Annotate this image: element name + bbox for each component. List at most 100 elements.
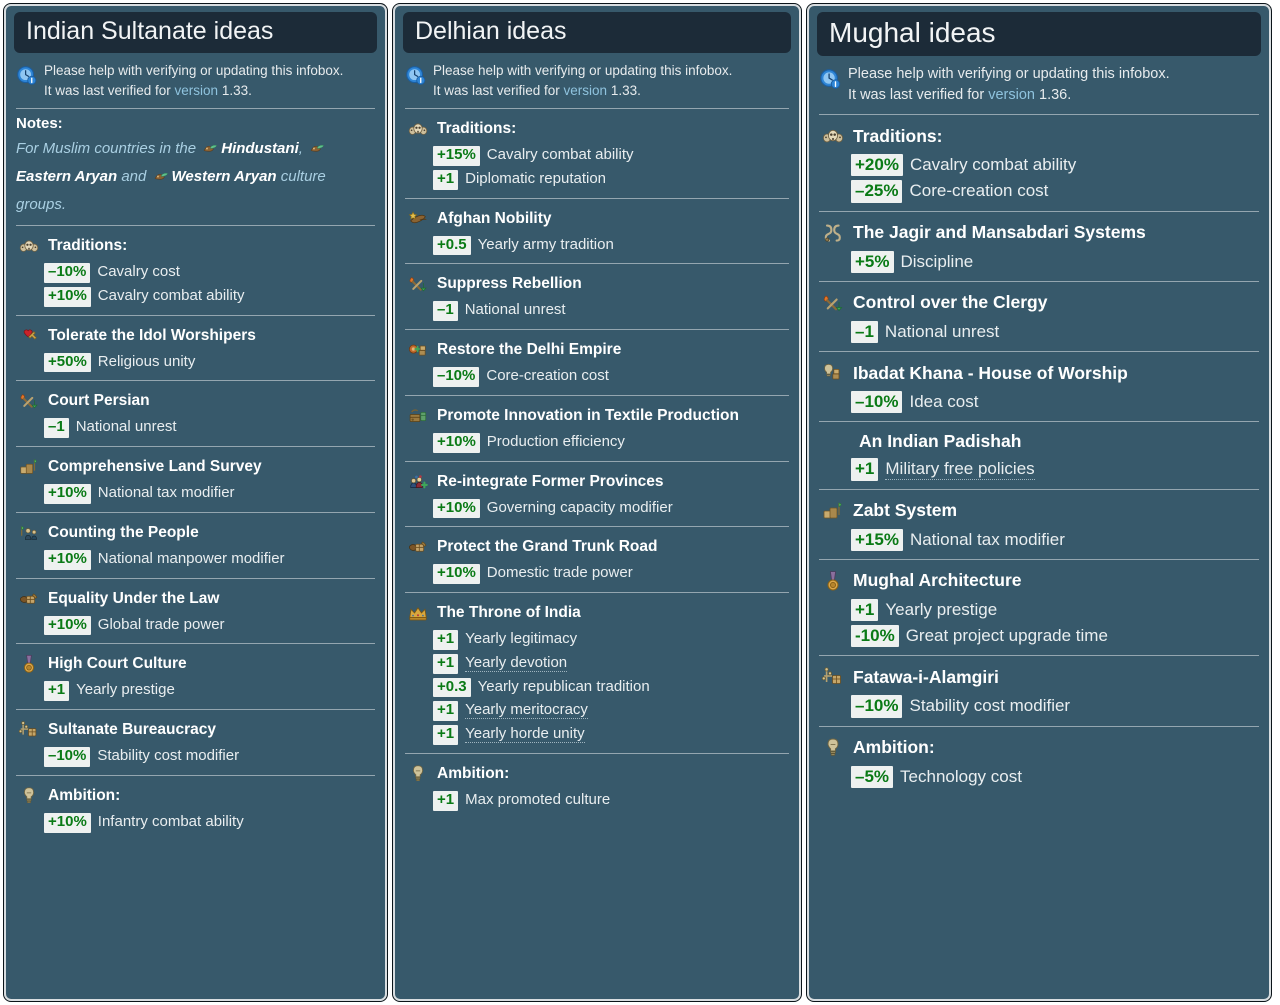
idea-effects: +10% Domestic trade power: [405, 562, 789, 586]
effect-value-badge: +0.5: [433, 235, 471, 256]
idea-effects: –1 National unrest: [16, 416, 375, 440]
idea-effect: +1 Yearly legitimacy: [433, 628, 789, 652]
idea-group: Court Persian –1 National unrest: [14, 385, 377, 444]
idea-effect: +0.3 Yearly republican tradition: [433, 676, 789, 700]
effect-label: Idea cost: [909, 392, 979, 412]
divider: [16, 446, 375, 448]
idea-effect: +10% Infantry combat ability: [44, 811, 375, 835]
verification-text: Please help with verifying or updating t…: [848, 64, 1170, 106]
idea-effect: –10% Stability cost modifier: [44, 745, 375, 769]
idea-group-header: An Indian Padishah: [819, 429, 1259, 456]
idea-group-header: High Court Culture: [16, 651, 375, 679]
effect-value-badge: +50%: [44, 352, 91, 373]
idea-group-header: Court Persian: [16, 388, 375, 416]
idea-group-header: Afghan Nobility: [405, 206, 789, 234]
effect-value-badge: –10%: [851, 695, 903, 718]
idea-effects: –5% Technology cost: [819, 764, 1259, 790]
effect-label: Discipline: [900, 251, 974, 271]
trade-goods-icon: [407, 536, 429, 558]
idea-group-header: Zabt System: [819, 497, 1259, 527]
divider: [16, 709, 375, 711]
idea-effects: –1 National unrest: [405, 299, 789, 323]
divider: [405, 460, 789, 462]
idea-group: Ambition: +1 Max promoted culture: [403, 758, 791, 817]
idea-group-header: Mughal Architecture: [819, 567, 1259, 597]
verify-clock-icon: [819, 68, 841, 90]
divider: [819, 488, 1259, 490]
idea-group-name: Protect the Grand Trunk Road: [437, 538, 658, 556]
divider: [405, 592, 789, 594]
idea-effects: +15% National tax modifier: [819, 527, 1259, 553]
idea-group-name: Restore the Delhi Empire: [437, 341, 622, 359]
idea-effect: +1 Max promoted culture: [433, 789, 789, 813]
idea-group: Zabt System +15% National tax modifier: [817, 494, 1261, 557]
idea-effects: +1 Yearly prestige -10% Great project upgra…: [819, 597, 1259, 650]
governing-capacity-icon: [407, 471, 429, 493]
idea-group: Protect the Grand Trunk Road +10% Domestic…: [403, 531, 791, 590]
idea-effects: +10% National tax modifier: [16, 482, 375, 506]
idea-group-name: High Court Culture: [48, 655, 187, 673]
idea-effects: +1 Yearly legitimacy +1 Yearly devotion +0.3…: [405, 628, 789, 747]
idea-effects: –10% Idea cost: [819, 389, 1259, 415]
notes-heading: Notes:: [16, 115, 63, 133]
idea-effect: +10% Domestic trade power: [433, 562, 789, 586]
effect-label: Production efficiency: [486, 432, 625, 450]
idea-group-header: Equality Under the Law: [16, 586, 375, 614]
effect-label: Cavalry combat ability: [486, 146, 634, 164]
idea-group-name: Sultanate Bureaucracy: [48, 721, 216, 739]
version-link[interactable]: version: [175, 83, 219, 98]
idea-group: Equality Under the Law +10% Global trade p…: [14, 583, 377, 642]
divider: [16, 380, 375, 382]
idea-group-header: Control over the Clergy: [819, 289, 1259, 319]
idea-group-header: Sultanate Bureaucracy: [16, 717, 375, 745]
effect-label: Governing capacity modifier: [486, 498, 673, 516]
panel-title: Mughal ideas: [817, 12, 1261, 56]
verification-line-2-prefix: It was last verified for: [44, 82, 175, 98]
production-icon: [407, 405, 429, 427]
idea-effects: +0.5 Yearly army tradition: [405, 234, 789, 258]
idea-effects: +1 Yearly prestige: [16, 679, 375, 703]
effect-value-badge: –10%: [851, 391, 903, 414]
idea-effect: +1 Yearly prestige: [851, 597, 1259, 623]
idea-effect: -10% Great project upgrade time: [851, 623, 1259, 649]
divider: [16, 225, 375, 227]
effect-label: Core-creation cost: [909, 181, 1049, 201]
effect-value-badge: +20%: [851, 154, 903, 177]
effect-value-badge: +1: [433, 725, 459, 745]
idea-group: Fatawa-i-Alamgiri –10% Stability cost modi…: [817, 660, 1261, 723]
verification-text: Please help with verifying or updating t…: [433, 61, 732, 100]
census-icon: [18, 522, 40, 544]
effect-label: Yearly republican tradition: [477, 677, 650, 695]
idea-group-name: Court Persian: [48, 392, 150, 410]
idea-effects: +1 Military free policies: [819, 456, 1259, 482]
idea-group: Promote Innovation in Textile Production…: [403, 400, 791, 459]
effect-value-badge: +1: [433, 630, 459, 650]
version-number: 1.33: [610, 82, 638, 98]
idea-effects: +1 Max promoted culture: [405, 789, 789, 813]
idea-effect: –1 National unrest: [433, 299, 789, 323]
idea-effect: +15% National tax modifier: [851, 527, 1259, 553]
idea-group-header: Restore the Delhi Empire: [405, 337, 789, 365]
effect-value-badge: –5%: [851, 765, 894, 788]
ideas-panel-indian-sultanate: Indian Sultanate ideas Please help with v…: [4, 4, 387, 1001]
idea-effect: +5% Discipline: [851, 249, 1259, 275]
idea-effect: +20% Cavalry combat ability: [851, 152, 1259, 178]
idea-effect: +1 Diplomatic reputation: [433, 168, 789, 192]
core-creation-icon: [407, 339, 429, 361]
idea-group-header: The Throne of India: [405, 600, 789, 628]
verification-text: Please help with verifying or updating t…: [44, 61, 343, 100]
idea-group-header: Traditions:: [819, 122, 1259, 152]
idea-effects: +10% Global trade power: [16, 614, 375, 638]
idea-group: Suppress Rebellion –1 National unrest: [403, 268, 791, 327]
idea-group-name: Traditions:: [437, 120, 517, 138]
ideas-panel-mughal: Mughal ideas Please help with verifying o…: [807, 4, 1271, 1001]
divider: [819, 114, 1259, 116]
effect-value-badge: +1: [851, 598, 879, 622]
effect-label: Cavalry combat ability: [97, 286, 245, 304]
version-link[interactable]: version: [564, 83, 608, 98]
effect-label: Cavalry cost: [97, 263, 180, 281]
version-link[interactable]: version: [988, 87, 1035, 103]
idea-effect: +1 Yearly prestige: [44, 679, 375, 703]
verification-notice: Please help with verifying or updating t…: [817, 60, 1261, 112]
idea-effects: +20% Cavalry combat ability –25% Core-creat…: [819, 152, 1259, 205]
